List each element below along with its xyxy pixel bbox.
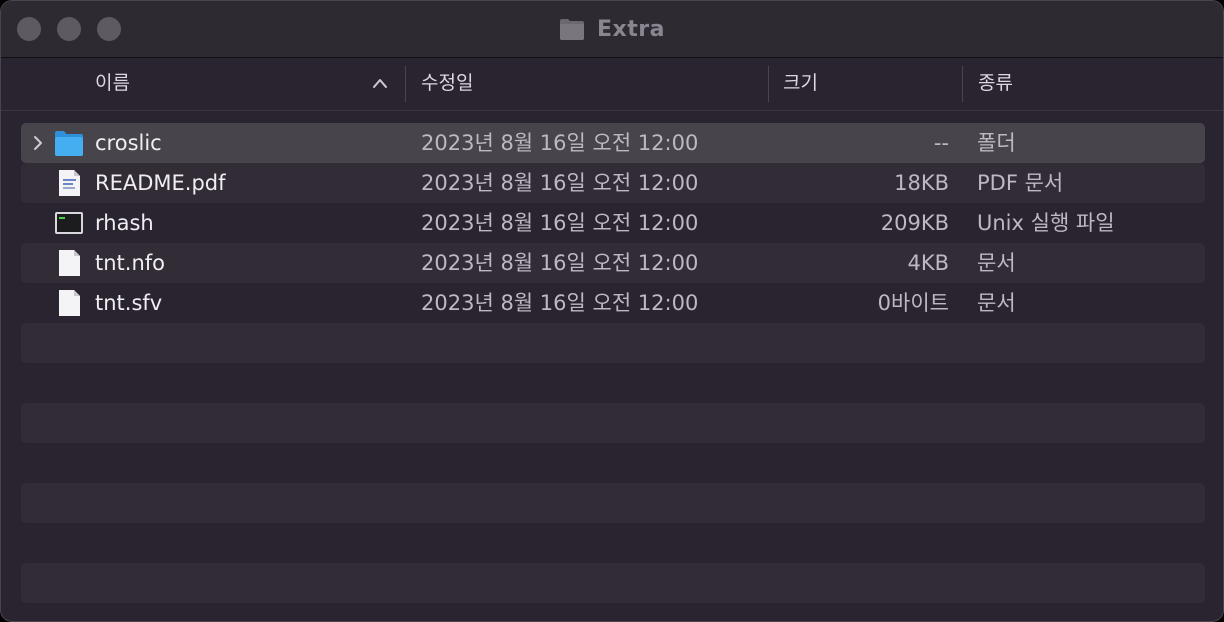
column-header-date[interactable]: 수정일 <box>421 58 473 110</box>
file-name: tnt.sfv <box>95 291 163 315</box>
empty-row <box>21 563 1205 603</box>
file-size: 18KB <box>894 171 949 195</box>
file-kind: 문서 <box>977 291 1016 315</box>
file-row-tnt-sfv[interactable]: tnt.sfv 2023년 8월 16일 오전 12:00 0바이트 문서 <box>21 283 1205 323</box>
file-date: 2023년 8월 16일 오전 12:00 <box>421 171 699 195</box>
file-date: 2023년 8월 16일 오전 12:00 <box>421 251 699 275</box>
column-divider[interactable] <box>405 66 406 102</box>
pdf-file-icon <box>54 169 84 197</box>
column-header: 이름 수정일 크기 종류 <box>1 58 1223 111</box>
window-title: Extra <box>597 16 665 42</box>
file-row-tnt-nfo[interactable]: tnt.nfo 2023년 8월 16일 오전 12:00 4KB 문서 <box>21 243 1205 283</box>
column-header-name[interactable]: 이름 <box>95 58 130 110</box>
file-date: 2023년 8월 16일 오전 12:00 <box>421 291 699 315</box>
file-row-rhash[interactable]: rhash 2023년 8월 16일 오전 12:00 209KB Unix 실… <box>21 203 1205 243</box>
title-bar[interactable]: Extra <box>1 1 1223 58</box>
file-kind: 폴더 <box>977 131 1016 155</box>
file-row-readme[interactable]: README.pdf 2023년 8월 16일 오전 12:00 18KB PD… <box>21 163 1205 203</box>
column-divider[interactable] <box>768 66 769 102</box>
file-name: croslic <box>95 131 162 155</box>
column-header-kind[interactable]: 종류 <box>978 58 1013 110</box>
empty-row <box>21 403 1205 443</box>
file-name: tnt.nfo <box>95 251 166 275</box>
document-icon <box>54 249 84 277</box>
file-kind: Unix 실행 파일 <box>977 211 1115 235</box>
empty-row <box>21 483 1205 523</box>
folder-icon <box>54 129 84 157</box>
terminal-exec-icon <box>54 209 84 237</box>
file-date: 2023년 8월 16일 오전 12:00 <box>421 131 699 155</box>
document-icon <box>54 289 84 317</box>
file-size: 209KB <box>880 211 949 235</box>
folder-icon <box>559 17 585 41</box>
file-kind: PDF 문서 <box>977 171 1064 195</box>
file-name: README.pdf <box>95 171 226 195</box>
disclosure-chevron-right-icon[interactable] <box>32 135 44 151</box>
file-date: 2023년 8월 16일 오전 12:00 <box>421 211 699 235</box>
column-divider[interactable] <box>962 66 963 102</box>
sort-ascending-chevron-icon[interactable] <box>370 75 390 91</box>
finder-window: Extra 이름 수정일 크기 종류 croslic 2023년 8월 16일 … <box>0 0 1224 622</box>
file-size: -- <box>933 131 949 155</box>
file-size: 4KB <box>907 251 949 275</box>
empty-row <box>21 363 1205 403</box>
file-name: rhash <box>95 211 154 235</box>
file-kind: 문서 <box>977 251 1016 275</box>
file-row-croslic[interactable]: croslic 2023년 8월 16일 오전 12:00 -- 폴더 <box>21 123 1205 163</box>
window-title-group: Extra <box>1 13 1223 45</box>
empty-row <box>21 323 1205 363</box>
empty-row <box>21 443 1205 483</box>
file-size: 0바이트 <box>877 291 949 315</box>
empty-row <box>21 523 1205 563</box>
column-header-size[interactable]: 크기 <box>783 58 818 110</box>
